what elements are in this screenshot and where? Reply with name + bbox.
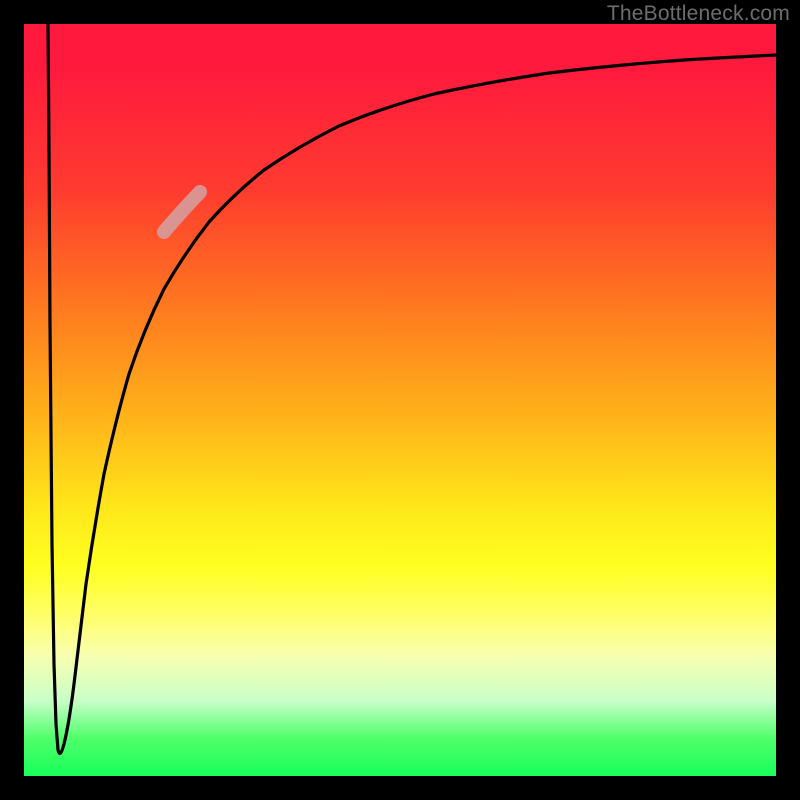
plot-area [24,24,776,776]
chart-frame: TheBottleneck.com [0,0,800,800]
curve-svg [24,24,776,776]
watermark-text: TheBottleneck.com [607,2,790,26]
highlight-segment [164,192,200,232]
bottleneck-curve [48,24,776,753]
